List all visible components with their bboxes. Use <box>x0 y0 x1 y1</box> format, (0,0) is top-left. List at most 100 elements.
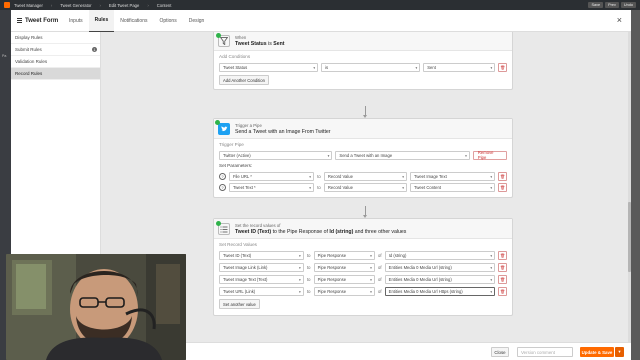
param-value-select[interactable]: Tweet Content ▾ <box>410 183 496 192</box>
select-value: Send a Tweet with an Image <box>339 152 393 158</box>
chevron-down-icon: ▾ <box>309 186 312 190</box>
record-value-select[interactable]: Id (string) ▾ <box>384 250 496 260</box>
condition-value-select[interactable]: Sent ▾ <box>423 62 496 72</box>
trash-icon[interactable]: 🗑 <box>498 250 507 260</box>
select-value: Pipe Response <box>317 264 347 270</box>
rail-label: Pa <box>2 54 7 58</box>
tab-design[interactable]: Design <box>183 10 211 32</box>
close-button[interactable]: Close <box>491 347 509 357</box>
add-condition-button[interactable]: Add Another Condition <box>219 75 269 85</box>
record-field-select[interactable]: Tweet Image Link (Link) ▾ <box>219 262 304 272</box>
pipe-select[interactable]: Send a Tweet with an Image ▾ <box>335 150 470 160</box>
appbar-save-button[interactable]: Save <box>588 2 604 8</box>
chevron-down-icon: ▾ <box>490 65 493 70</box>
version-comment-input[interactable]: Version comment <box>517 347 573 357</box>
param-value-select[interactable]: Tweet Image Text ▾ <box>410 171 496 181</box>
select-value: Tweet Content <box>414 185 442 190</box>
breadcrumb-separator: › <box>50 2 53 8</box>
condition-operator-select[interactable]: is ▾ <box>321 62 421 72</box>
sidebar-item-display-rules[interactable]: Display Rules <box>11 32 100 44</box>
appbar-undo-button[interactable]: Undo <box>620 2 636 8</box>
param-source-select[interactable]: Record Value ▾ <box>323 183 407 192</box>
breadcrumb-tweet-generator[interactable]: Tweet Generator <box>60 3 91 8</box>
param-row: ? Tweet Text * ▾ to Record Value ▾ Tweet C… <box>214 182 512 197</box>
tab-rules[interactable]: Rules <box>88 9 115 32</box>
trash-icon[interactable]: 🗑 <box>498 171 507 181</box>
record-field-select[interactable]: Tweet Image Text (Text) ▾ <box>219 274 304 284</box>
close-icon[interactable]: × <box>617 15 622 25</box>
record-value-select[interactable]: Entities Media 0 Media Url Https (string… <box>384 286 496 296</box>
trash-icon[interactable]: 🗑 <box>498 274 507 284</box>
select-value: Id (string) <box>388 252 407 258</box>
trigger-pipe-card: Trigger a Pipe Send a Tweet with an Imag… <box>213 118 513 198</box>
select-value: File URL * <box>232 173 252 179</box>
breadcrumb-content[interactable]: Content <box>157 3 172 8</box>
record-source-select[interactable]: Pipe Response ▾ <box>313 262 375 272</box>
connection-select[interactable]: Twitter (Active) ▾ <box>219 150 333 160</box>
tab-options[interactable]: Options <box>153 10 182 32</box>
sidebar-item-submit-rules[interactable]: Submit Rules 1 <box>11 44 100 56</box>
record-value-row: Tweet Image Link (Link) ▾ to Pipe Respons… <box>214 261 512 273</box>
select-value: Entities Media 0 Media Url Https (string… <box>388 288 463 294</box>
remove-pipe-button[interactable]: Remove Pipe <box>472 150 507 160</box>
tab-notifications[interactable]: Notifications <box>114 10 153 32</box>
sidebar-item-label: Display Rules <box>15 35 43 40</box>
summary-value: Sent <box>273 41 285 47</box>
help-icon[interactable]: ? <box>219 172 226 180</box>
help-icon[interactable]: ? <box>219 184 226 191</box>
scrollbar-thumb[interactable] <box>628 202 631 272</box>
when-condition-card: When Tweet Status is Sent Add Conditions… <box>213 32 513 90</box>
set-another-value-button[interactable]: Set another value <box>219 299 260 309</box>
condition-field-select[interactable]: Tweet Status ▾ <box>219 62 319 72</box>
record-value-select[interactable]: Entities Media 0 Media Url (string) ▾ <box>384 274 496 284</box>
record-source-select[interactable]: Pipe Response ▾ <box>313 274 375 284</box>
param-field-select[interactable]: File URL * ▾ <box>228 171 315 181</box>
add-condition-wrap: Add Another Condition <box>214 73 512 89</box>
trash-icon[interactable]: 🗑 <box>498 183 507 192</box>
record-field-select[interactable]: Tweet ID (Text) ▾ <box>219 250 304 260</box>
summary-field: Tweet Status <box>235 41 267 47</box>
to-label: to <box>317 173 321 179</box>
param-source-select[interactable]: Record Value ▾ <box>323 171 407 181</box>
set-record-values-card: Set the record values of Tweet ID (Text)… <box>213 218 513 316</box>
trash-icon[interactable]: 🗑 <box>498 62 508 72</box>
summary-operator: is <box>268 41 272 47</box>
trash-icon[interactable]: 🗑 <box>498 262 507 272</box>
chevron-down-icon: ▾ <box>415 65 418 70</box>
select-value: Tweet Status <box>223 64 248 70</box>
summary-text: and three other values <box>353 229 407 235</box>
section-label: Trigger Pipe <box>219 142 244 147</box>
record-source-select[interactable]: Pipe Response ▾ <box>313 250 375 260</box>
summary-field: Tweet ID (Text) <box>235 229 272 235</box>
breadcrumb-separator: › <box>99 2 101 8</box>
record-value-select[interactable]: Entities Media 0 Media Url (string) ▾ <box>384 262 496 272</box>
chevron-down-icon: ▾ <box>299 253 301 258</box>
chevron-down-icon: ▾ <box>299 277 301 282</box>
record-source-select[interactable]: Pipe Response ▾ <box>313 286 375 296</box>
add-value-wrap: Set another value <box>214 297 512 315</box>
webcam-video-frame <box>6 254 186 360</box>
select-value: Pipe Response <box>317 252 347 258</box>
trash-icon[interactable]: 🗑 <box>498 286 507 296</box>
list-icon <box>216 221 230 235</box>
update-save-button[interactable]: Update & Save <box>580 347 614 357</box>
record-value-row: Tweet ID (Text) ▾ to Pipe Response ▾ of Id… <box>214 249 512 261</box>
of-label: of <box>378 288 382 294</box>
sidebar-item-record-rules[interactable]: Record Rules <box>11 68 100 80</box>
tab-inputs[interactable]: Inputs <box>63 10 89 32</box>
content-scrollbar[interactable] <box>628 32 631 342</box>
breadcrumb-separator: › <box>147 2 149 8</box>
chevron-down-icon[interactable]: ▾ <box>615 347 624 357</box>
param-field-select[interactable]: Tweet Text * ▾ <box>228 183 315 192</box>
select-value: Pipe Response <box>317 276 347 282</box>
record-value-row: Tweet Image Text (Text) ▾ to Pipe Respons… <box>214 273 512 285</box>
chevron-down-icon: ▾ <box>402 186 404 190</box>
record-field-select[interactable]: Tweet URL (Link) ▾ <box>219 286 304 296</box>
section-label: Set Record Values <box>219 242 257 247</box>
appbar-prev-button[interactable]: Prev <box>605 2 619 8</box>
sidebar-item-validation-rules[interactable]: Validation Rules <box>11 56 100 68</box>
breadcrumb-edit-tweet-page[interactable]: Edit Tweet Page <box>109 3 139 8</box>
select-value: Tweet Image Text <box>414 173 447 179</box>
to-label: to <box>306 276 311 282</box>
breadcrumb-tweet-manager[interactable]: Tweet Manager <box>14 3 43 8</box>
